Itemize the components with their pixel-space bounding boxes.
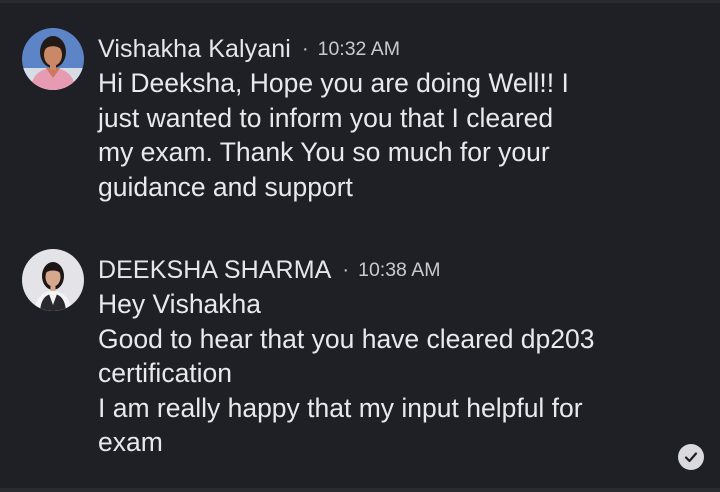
separator-dot: · <box>342 258 350 281</box>
avatar-vishakha-image <box>22 28 84 90</box>
avatar[interactable] <box>22 249 84 311</box>
message-line: guidance and support <box>98 171 353 202</box>
timestamp: 10:38 AM <box>358 258 441 281</box>
message-body: Hi Deeksha, Hope you are doing Well!! I … <box>98 66 698 204</box>
message-header: Vishakha Kalyani · 10:32 AM <box>98 32 400 66</box>
check-circle-icon <box>678 444 704 470</box>
separator-dot: · <box>301 37 309 60</box>
message-line: Good to hear that you have cleared dp203 <box>98 323 595 354</box>
author-name[interactable]: Vishakha Kalyani <box>98 35 291 64</box>
message-header: DEEKSHA SHARMA · 10:38 AM <box>98 253 440 287</box>
message-line: I am really happy that my input helpful … <box>98 392 583 423</box>
timestamp: 10:32 AM <box>317 37 400 60</box>
message-line: certification <box>98 358 233 388</box>
avatar-deeksha-image <box>22 249 84 311</box>
avatar[interactable] <box>22 28 84 90</box>
message-line: my exam. Thank You so much for your <box>98 137 550 167</box>
message-line: Hey Vishakha <box>98 289 262 319</box>
message-line: just wanted to inform you that I cleared <box>98 102 554 133</box>
message-body: Hey Vishakha Good to hear that you have … <box>98 287 698 460</box>
bottom-edge <box>0 488 720 492</box>
author-name[interactable]: DEEKSHA SHARMA <box>98 256 331 285</box>
message-thread: Vishakha Kalyani · 10:32 AM Hi Deeksha, … <box>0 0 720 492</box>
message-line: exam <box>98 427 163 457</box>
message-line: Hi Deeksha, Hope you are doing Well!! I <box>98 68 569 98</box>
